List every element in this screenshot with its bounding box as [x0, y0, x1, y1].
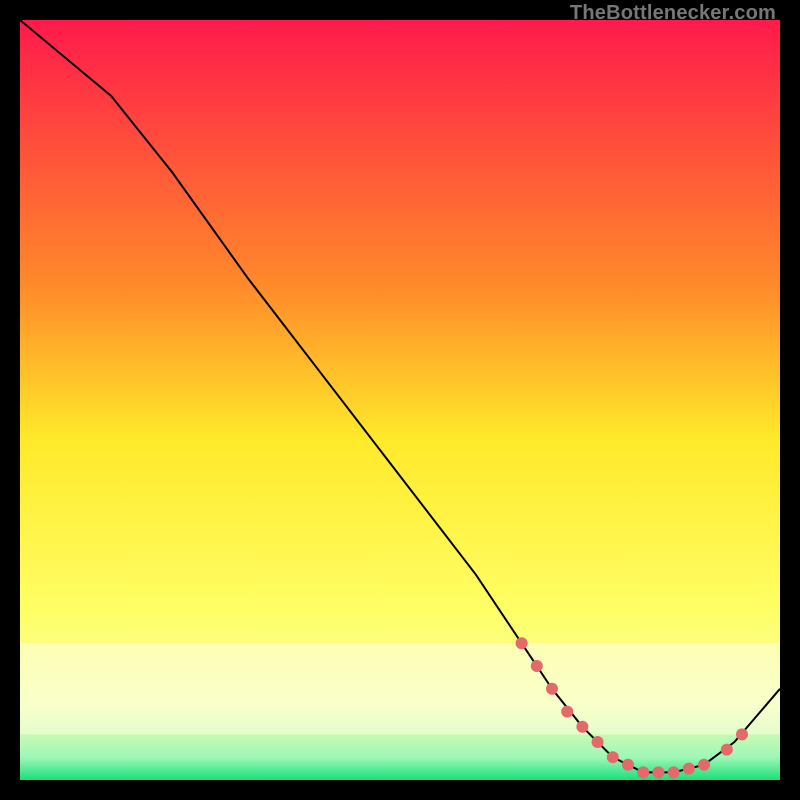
data-dot [622, 759, 634, 771]
pale-band [20, 643, 780, 734]
data-dot [637, 766, 649, 778]
data-dot [683, 763, 695, 775]
data-dot [516, 637, 528, 649]
data-dot [576, 721, 588, 733]
data-dot [546, 683, 558, 695]
data-dot [531, 660, 543, 672]
bottleneck-chart [20, 20, 780, 780]
data-dot [561, 706, 573, 718]
data-dot [736, 728, 748, 740]
data-dot [592, 736, 604, 748]
data-dot [721, 744, 733, 756]
data-dot [668, 766, 680, 778]
data-dot [607, 751, 619, 763]
data-dot [698, 759, 710, 771]
data-dot [652, 766, 664, 778]
